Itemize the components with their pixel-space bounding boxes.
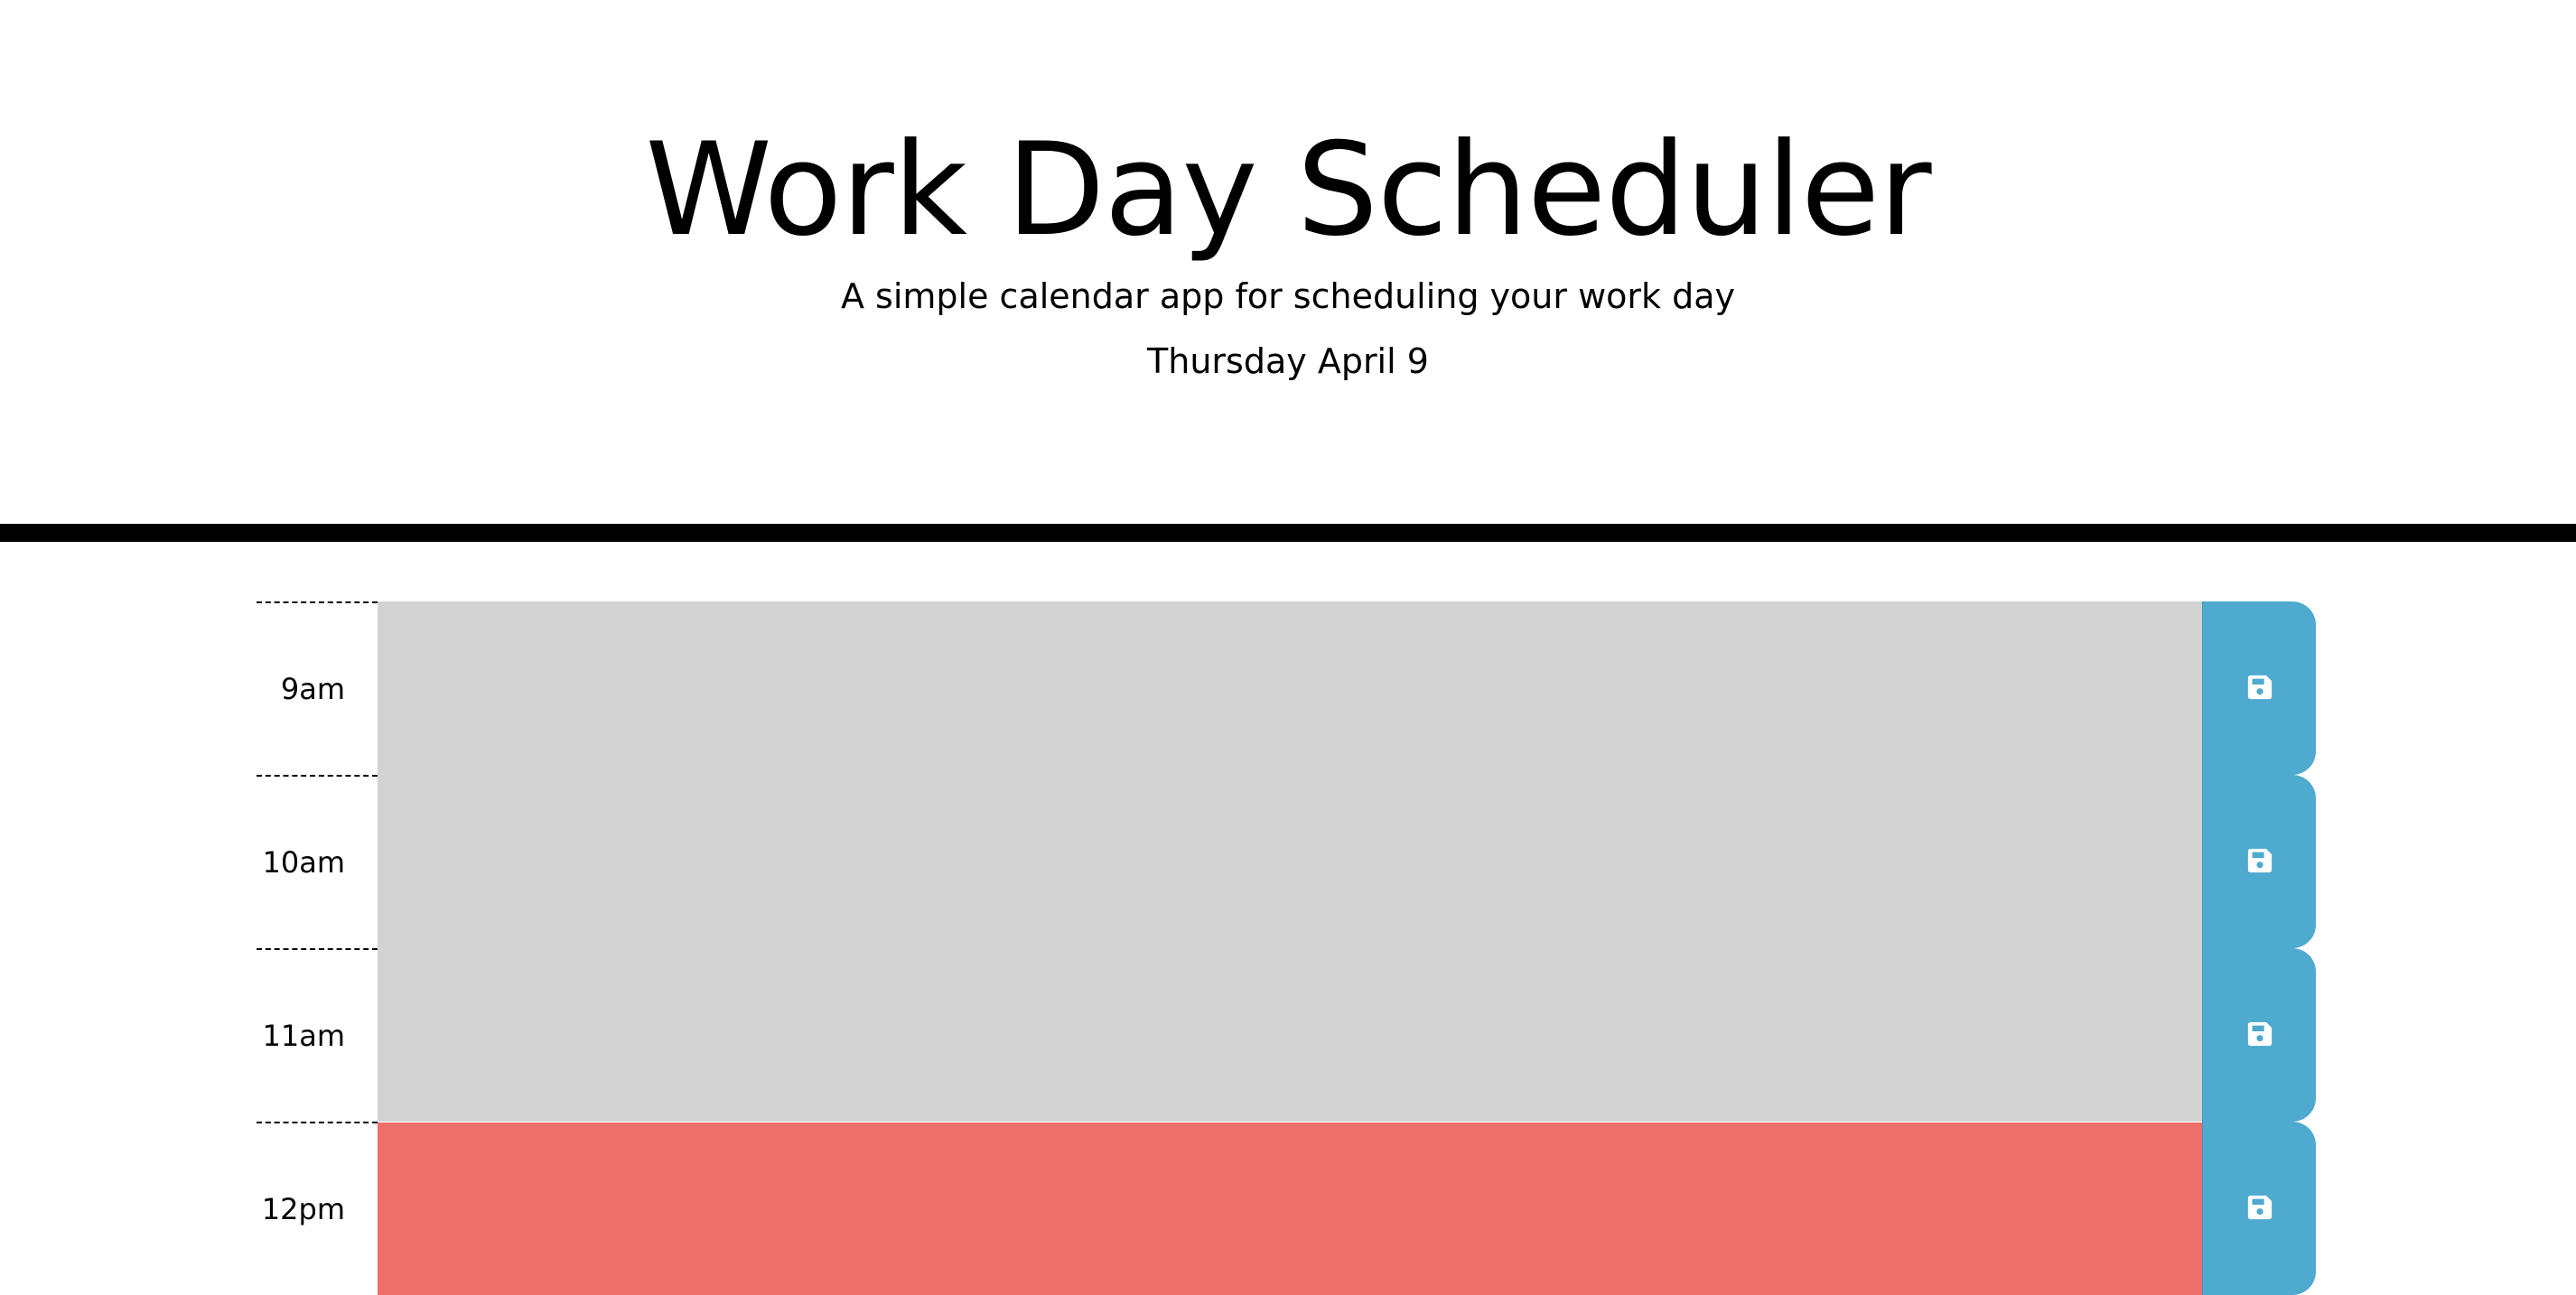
floppy-disk-icon — [2246, 847, 2273, 877]
hour-label: 12pm — [257, 1122, 378, 1295]
time-block-12pm: 12pm — [257, 1122, 2316, 1295]
current-day: Thursday April 9 — [1147, 341, 1429, 381]
event-description-input[interactable] — [378, 775, 2202, 948]
page-title: Work Day Scheduler — [645, 116, 1931, 265]
floppy-disk-icon — [2246, 674, 2273, 703]
hour-label: 11am — [257, 948, 378, 1122]
hour-label: 9am — [257, 601, 378, 775]
save-button[interactable] — [2202, 775, 2316, 948]
time-block-10am: 10am — [257, 775, 2316, 948]
floppy-disk-icon — [2246, 1020, 2273, 1050]
schedule: 9am 10am 11am 12pm — [257, 601, 2316, 1295]
page-subtitle: A simple calendar app for scheduling you… — [840, 276, 1736, 316]
event-description-input[interactable] — [378, 1122, 2202, 1295]
hour-label: 10am — [257, 775, 378, 948]
event-description-input[interactable] — [378, 601, 2202, 775]
save-button[interactable] — [2202, 948, 2316, 1122]
time-block-11am: 11am — [257, 948, 2316, 1122]
save-button[interactable] — [2202, 601, 2316, 775]
save-button[interactable] — [2202, 1122, 2316, 1295]
event-description-input[interactable] — [378, 948, 2202, 1122]
header: Work Day Scheduler A simple calendar app… — [0, 0, 2576, 542]
floppy-disk-icon — [2246, 1194, 2273, 1224]
time-block-9am: 9am — [257, 601, 2316, 775]
